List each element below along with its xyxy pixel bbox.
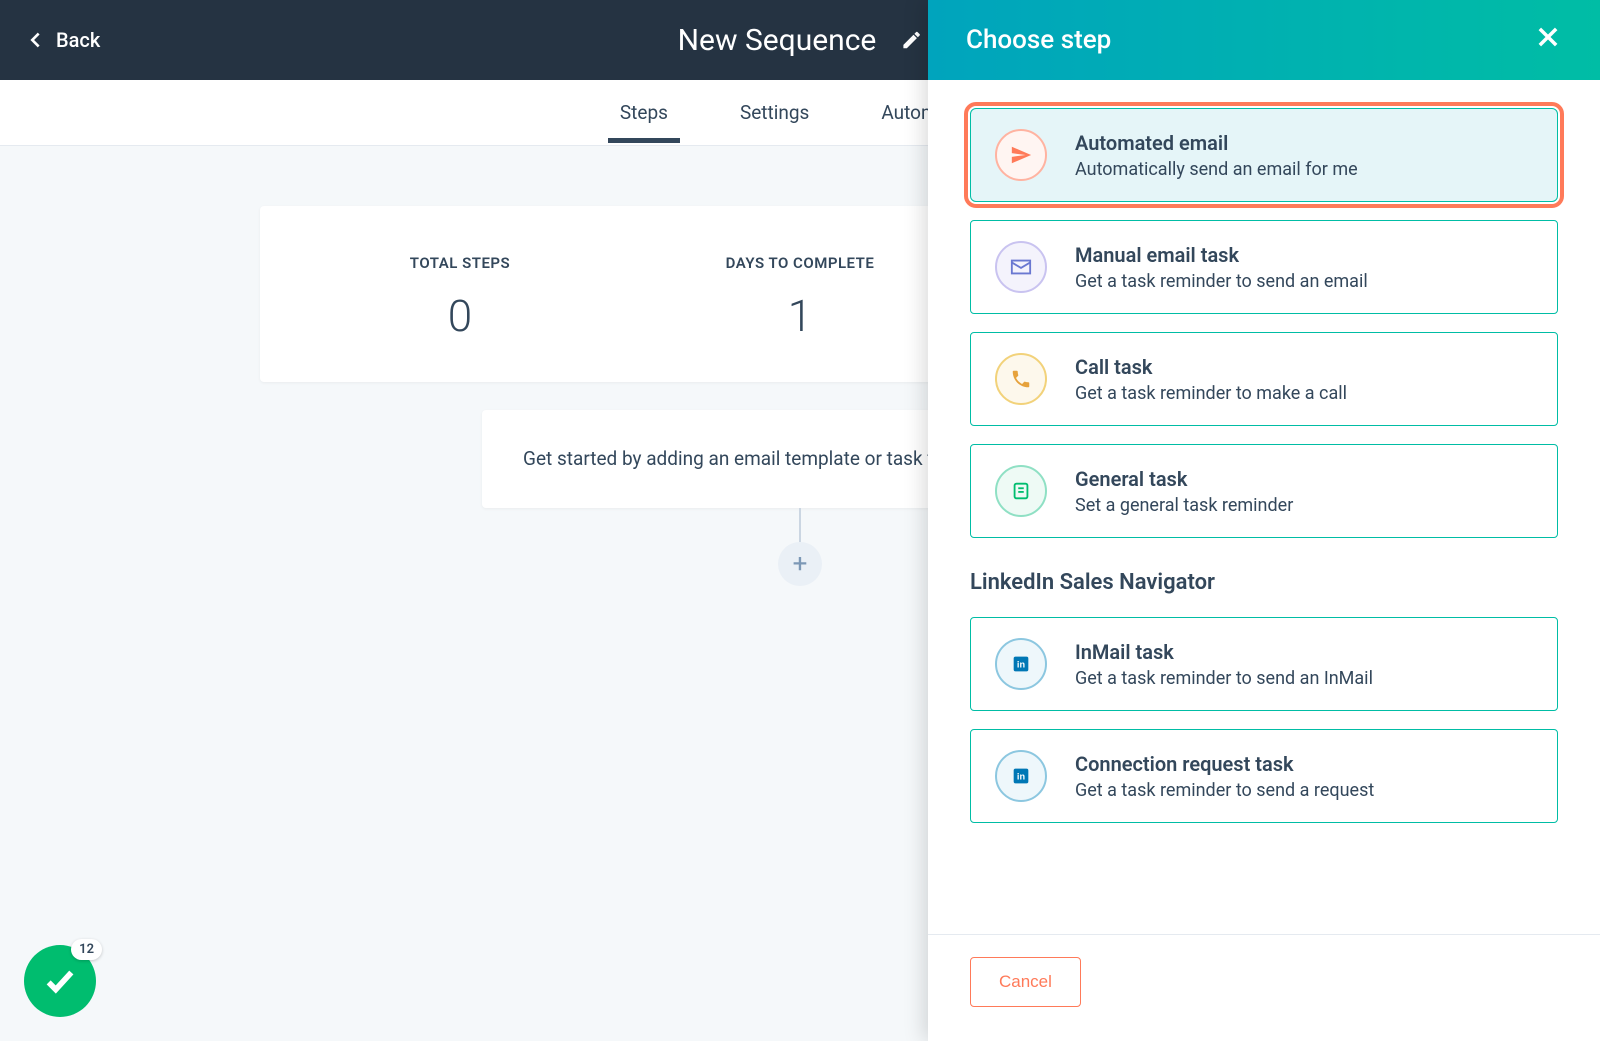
chevron-left-icon	[24, 29, 46, 51]
connector-line	[799, 508, 801, 542]
step-desc: Get a task reminder to send a request	[1075, 780, 1533, 801]
step-text: General task Set a general task reminder	[1075, 467, 1533, 516]
step-text: InMail task Get a task reminder to send …	[1075, 640, 1533, 689]
linkedin-icon: in	[995, 638, 1047, 690]
tab-label: Steps	[620, 101, 668, 124]
stat-label: TOTAL STEPS	[290, 254, 630, 272]
choose-step-panel: Choose step Automated email Automaticall…	[928, 0, 1600, 1041]
back-button[interactable]: Back	[24, 28, 100, 52]
mail-icon	[995, 241, 1047, 293]
close-button[interactable]	[1534, 23, 1562, 58]
step-text: Connection request task Get a task remin…	[1075, 752, 1533, 801]
step-title: Call task	[1075, 355, 1533, 379]
stat-label: DAYS TO COMPLETE	[630, 254, 970, 272]
tab-settings[interactable]: Settings	[740, 83, 809, 142]
linkedin-section-heading: LinkedIn Sales Navigator	[970, 570, 1558, 595]
cancel-button[interactable]: Cancel	[970, 957, 1081, 1007]
send-icon	[995, 129, 1047, 181]
step-title: Manual email task	[1075, 243, 1533, 267]
step-desc: Get a task reminder to make a call	[1075, 383, 1533, 404]
step-option-general[interactable]: General task Set a general task reminder	[970, 444, 1558, 538]
title-area: New Sequence	[678, 23, 923, 58]
cancel-label: Cancel	[999, 972, 1052, 991]
panel-title: Choose step	[966, 25, 1111, 55]
stat-days: DAYS TO COMPLETE 1	[630, 254, 970, 342]
step-option-call[interactable]: Call task Get a task reminder to make a …	[970, 332, 1558, 426]
step-desc: Automatically send an email for me	[1075, 159, 1533, 180]
step-option-connection[interactable]: in Connection request task Get a task re…	[970, 729, 1558, 823]
phone-icon	[995, 353, 1047, 405]
linkedin-icon: in	[995, 750, 1047, 802]
svg-text:in: in	[1017, 660, 1026, 670]
step-text: Manual email task Get a task reminder to…	[1075, 243, 1533, 292]
step-title: General task	[1075, 467, 1533, 491]
step-option-automated-email[interactable]: Automated email Automatically send an em…	[970, 108, 1558, 202]
tab-steps[interactable]: Steps	[620, 83, 668, 142]
step-desc: Get a task reminder to send an email	[1075, 271, 1533, 292]
step-desc: Set a general task reminder	[1075, 495, 1533, 516]
stat-value: 0	[290, 290, 630, 342]
fab-badge: 12	[71, 939, 102, 960]
check-icon	[43, 964, 77, 998]
add-step-button[interactable]: +	[778, 542, 822, 586]
edit-icon[interactable]	[900, 29, 922, 51]
step-title: Connection request task	[1075, 752, 1533, 776]
stat-total-steps: TOTAL STEPS 0	[290, 254, 630, 342]
step-option-inmail[interactable]: in InMail task Get a task reminder to se…	[970, 617, 1558, 711]
step-option-manual-email[interactable]: Manual email task Get a task reminder to…	[970, 220, 1558, 314]
plus-icon: +	[793, 549, 808, 579]
close-icon	[1534, 23, 1562, 51]
stat-value: 1	[630, 290, 970, 342]
svg-text:in: in	[1017, 772, 1026, 782]
step-title: InMail task	[1075, 640, 1533, 664]
step-desc: Get a task reminder to send an InMail	[1075, 668, 1533, 689]
step-text: Automated email Automatically send an em…	[1075, 131, 1533, 180]
help-fab[interactable]: 12	[24, 945, 96, 1017]
note-icon	[995, 465, 1047, 517]
sequence-title: New Sequence	[678, 23, 877, 58]
panel-body: Automated email Automatically send an em…	[928, 80, 1600, 934]
back-label: Back	[56, 28, 100, 52]
step-title: Automated email	[1075, 131, 1533, 155]
step-text: Call task Get a task reminder to make a …	[1075, 355, 1533, 404]
panel-header: Choose step	[928, 0, 1600, 80]
tab-label: Settings	[740, 101, 809, 124]
panel-footer: Cancel	[928, 934, 1600, 1041]
